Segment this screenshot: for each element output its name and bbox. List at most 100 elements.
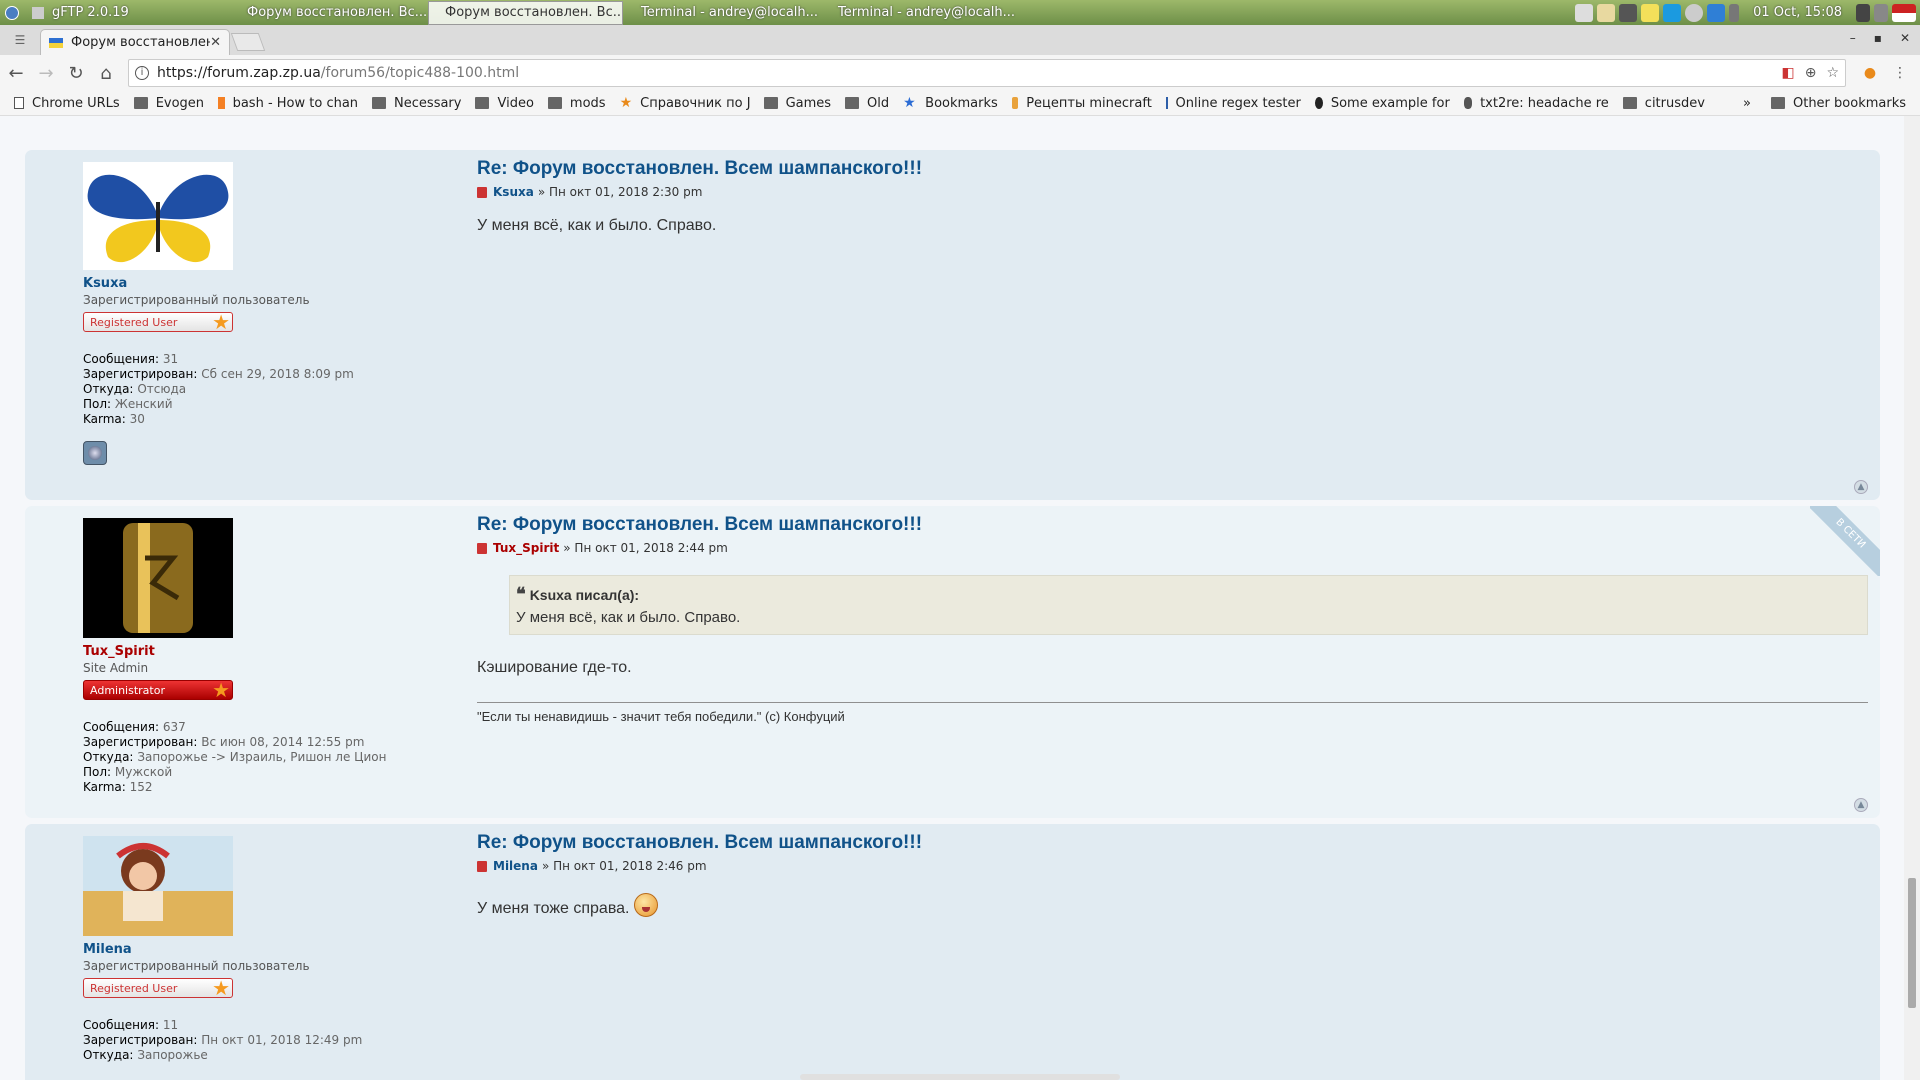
post-date: » Пн окт 01, 2018 2:30 pm <box>537 185 703 199</box>
site-info-icon[interactable]: i <box>135 66 149 80</box>
username[interactable]: Ksuxa <box>83 276 423 291</box>
maximize-icon[interactable]: ▪ <box>1874 31 1882 45</box>
browser-toolbar: ← → ↻ ⌂ i https://forum.zap.zp.ua/forum5… <box>0 55 1920 91</box>
tab-title: Форум восстановлен... <box>71 35 210 50</box>
rank-title: Зарегистрированный пользователь <box>83 959 310 973</box>
back-to-top-icon[interactable]: ▲ <box>1854 798 1868 812</box>
taskbar-item-browser-2[interactable]: Форум восстановлен. Вс... <box>428 0 623 25</box>
blocked-content-icon[interactable]: ◧ <box>1781 65 1794 81</box>
chrome-menu-icon[interactable]: ⋮ <box>1886 59 1914 87</box>
teamviewer-icon[interactable] <box>1707 3 1726 22</box>
back-to-top-icon[interactable]: ▲ <box>1854 480 1868 494</box>
close-tab-icon[interactable]: ✕ <box>210 35 221 50</box>
bookmark-games[interactable]: Games <box>763 96 831 111</box>
extension-icon[interactable]: ● <box>1856 59 1884 87</box>
taskbar-item-terminal-2[interactable]: Terminal - andrey@localh... <box>822 1 1017 25</box>
bookmark-regex-tester[interactable]: Online regex tester <box>1165 96 1301 111</box>
rank-title: Зарегистрированный пользователь <box>83 293 310 307</box>
scrollbar-thumb[interactable] <box>1908 878 1916 1008</box>
minimize-icon[interactable]: – <box>1850 31 1856 45</box>
post-meta: Ksuxa » Пн окт 01, 2018 2:30 pm <box>477 185 1868 199</box>
dropbox-icon[interactable] <box>1575 3 1594 22</box>
taskbar-item-gftp[interactable]: gFTP 2.0.19 <box>24 1 229 25</box>
post-title[interactable]: Re: Форум восстановлен. Всем шампанского… <box>477 832 1868 854</box>
home-icon[interactable]: ⌂ <box>92 59 120 87</box>
post-title[interactable]: Re: Форум восстановлен. Всем шампанского… <box>477 514 1868 536</box>
volume-icon[interactable] <box>1856 3 1870 22</box>
bookmark-java-reference[interactable]: ★Справочник по Jav <box>620 96 750 111</box>
folder-icon <box>547 97 562 109</box>
bookmark-old[interactable]: Old <box>845 96 889 111</box>
post-link-icon[interactable] <box>477 860 487 872</box>
post-ksuxa: Ksuxa Зарегистрированный пользователь Re… <box>25 150 1880 500</box>
taskbar-item-browser-1[interactable]: Форум восстановлен. Вс... <box>231 1 426 25</box>
bookmark-citrusdev[interactable]: citrusdev <box>1622 96 1705 111</box>
back-icon[interactable]: ← <box>2 59 30 87</box>
bookmark-evogen[interactable]: Evogen <box>133 96 204 111</box>
tab-search-icon[interactable]: ☰ <box>0 25 40 55</box>
clipboard-icon[interactable] <box>1597 3 1616 22</box>
bookmark-minecraft-recipes[interactable]: Рецепты minecraft <box>1011 96 1152 111</box>
us-flag-icon[interactable] <box>1892 3 1916 22</box>
folder-icon <box>1770 97 1785 109</box>
avatar-butterfly <box>83 162 233 270</box>
website-icon[interactable] <box>83 441 107 465</box>
username[interactable]: Tux_Spirit <box>83 644 423 659</box>
user-stats: Сообщения: 637 Зарегистрирован: Вс июн 0… <box>83 720 387 794</box>
horizontal-scroll-indicator <box>800 1074 1120 1080</box>
tab-forum[interactable]: Форум восстановлен... ✕ <box>40 29 230 55</box>
bookmark-txt2re[interactable]: txt2re: headache re <box>1463 96 1609 111</box>
gftp-icon <box>32 6 44 19</box>
bookmark-mods[interactable]: mods <box>547 96 606 111</box>
forum-page: ▲ Ksuxa Зарегистрированный пользователь … <box>0 116 1904 1080</box>
post-author[interactable]: Ksuxa <box>493 185 534 199</box>
post-meta: Milena » Пн окт 01, 2018 2:46 pm <box>477 859 1868 873</box>
signature: "Если ты ненавидишь - значит тебя победи… <box>477 702 1868 724</box>
txt2re-icon <box>1463 97 1473 109</box>
stackoverflow-icon <box>218 97 225 109</box>
battery-icon[interactable] <box>1729 3 1740 22</box>
star-icon: ★ <box>212 976 230 1000</box>
user-stats: Сообщения: 31 Зарегистрирован: Сб сен 29… <box>83 352 354 426</box>
minecraft-icon <box>1011 97 1019 109</box>
bookmark-star-icon[interactable]: ☆ <box>1826 65 1839 81</box>
reload-icon[interactable]: ↻ <box>62 59 90 87</box>
bookmarks-bar: Chrome URLs Evogen bash - How to chan Ne… <box>0 91 1920 116</box>
skype-icon[interactable] <box>1663 3 1682 22</box>
close-window-icon[interactable]: ✕ <box>1900 31 1910 45</box>
post-profile: Milena Зарегистрированный пользователь R… <box>83 836 423 1063</box>
username[interactable]: Milena <box>83 942 423 957</box>
notes-icon[interactable] <box>1641 3 1660 22</box>
settings-gear-icon[interactable] <box>1685 3 1704 22</box>
zoom-icon[interactable]: ⊕ <box>1805 65 1817 81</box>
post-author[interactable]: Milena <box>493 859 538 873</box>
bookmark-github-example[interactable]: Some example for <box>1314 96 1450 111</box>
post-body: Re: Форум восстановлен. Всем шампанского… <box>477 158 1868 235</box>
post-meta: Tux_Spirit » Пн окт 01, 2018 2:44 pm <box>477 541 1868 555</box>
bookmark-necessary[interactable]: Necessary <box>372 96 461 111</box>
start-menu-button[interactable] <box>0 1 24 25</box>
forward-icon[interactable]: → <box>32 59 60 87</box>
other-bookmarks[interactable]: Other bookmarks <box>1770 96 1906 111</box>
vertical-scrollbar[interactable] <box>1904 116 1920 1080</box>
clock[interactable]: 01 Oct, 15:08 <box>1753 5 1842 20</box>
post-date: » Пн окт 01, 2018 2:46 pm <box>541 859 707 873</box>
bookmark-chrome-urls[interactable]: Chrome URLs <box>14 96 120 111</box>
power-icon[interactable] <box>1874 3 1888 22</box>
window-controls: – ▪ ✕ <box>1850 31 1910 45</box>
bookmark-video[interactable]: Video <box>475 96 534 111</box>
post-link-icon[interactable] <box>477 542 487 554</box>
address-bar[interactable]: i https://forum.zap.zp.ua/forum56/topic4… <box>128 59 1846 87</box>
browser-tab-bar: ☰ Форум восстановлен... ✕ – ▪ ✕ <box>0 25 1920 55</box>
rank-badge: Registered User ★ <box>83 310 233 334</box>
bookmark-bash[interactable]: bash - How to chan <box>218 96 358 111</box>
taskbar-item-terminal-1[interactable]: Terminal - andrey@localh... <box>625 1 820 25</box>
new-tab-button[interactable] <box>230 33 266 51</box>
post-author[interactable]: Tux_Spirit <box>493 541 559 555</box>
system-tray: 01 Oct, 15:08 <box>1575 0 1920 25</box>
post-link-icon[interactable] <box>477 186 487 198</box>
bookmark-bookmarks[interactable]: ★ Bookmarks <box>903 96 998 111</box>
network-icon[interactable] <box>1619 3 1638 22</box>
post-title[interactable]: Re: Форум восстановлен. Всем шампанского… <box>477 158 1868 180</box>
more-bookmarks-button[interactable]: » <box>1743 96 1751 111</box>
